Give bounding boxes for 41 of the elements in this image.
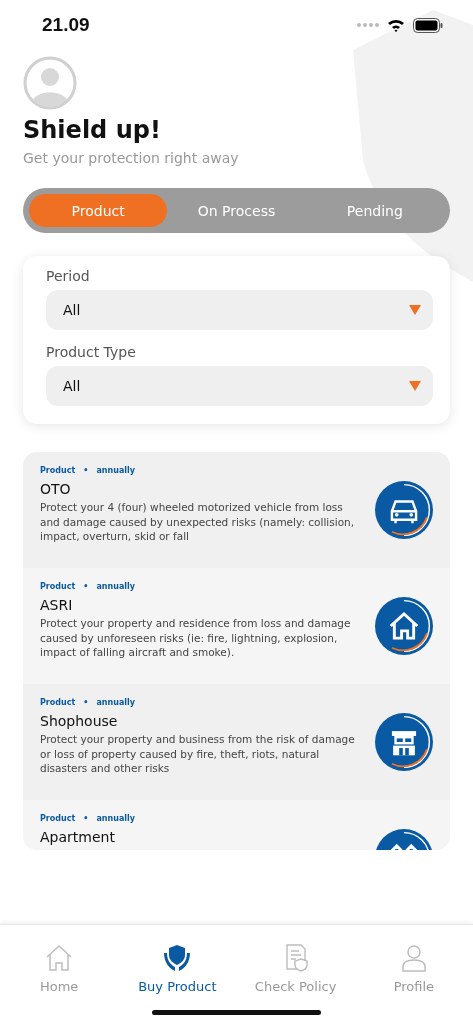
dropdown[interactable]: All: [46, 290, 433, 330]
product-item[interactable]: Product • annually ASRI Protect your property and residence from loss and damage caused by unforeseen risks (ie: fire, lightning, explosion, impact of falling aircraft and smoke).: [23, 568, 450, 684]
house-product-icon: [375, 597, 433, 655]
filter-label: Period: [46, 268, 91, 284]
battery-icon: [413, 17, 443, 33]
product-name: Shophouse: [40, 713, 119, 729]
product-period: annually: [96, 698, 135, 707]
separator-dot: •: [83, 814, 89, 823]
product-category: Product: [40, 466, 76, 475]
product-category: Product: [40, 698, 76, 707]
product-name: OTO: [40, 481, 72, 497]
page-title: Shield up!: [23, 116, 162, 144]
shop-product-icon: [375, 713, 433, 771]
product-period: annually: [96, 466, 135, 475]
car-product-icon: [375, 481, 433, 539]
product-item[interactable]: Product • annually Apartment: [23, 800, 450, 850]
dropdown-arrow-icon: [409, 381, 421, 391]
page-subtitle: Get your protection right away: [23, 150, 240, 166]
shield-hands-icon: [162, 943, 193, 973]
wifi-icon: [387, 18, 405, 32]
separator-dot: •: [83, 582, 89, 591]
status-time: 21.09: [42, 14, 90, 36]
separator-dot: •: [83, 698, 89, 707]
product-period: annually: [96, 814, 135, 823]
signal-dots-icon: [357, 23, 379, 27]
product-description: Protect your property and residence from loss and damage caused by unforeseen risks (ie: fire, lightning, explosion, impact of falling aircraft and smoke).: [40, 616, 352, 660]
dropdown-arrow-icon: [409, 305, 421, 315]
product-item[interactable]: Product • annually OTO Protect your 4 (four) wheeled motorized vehicle from loss and damage caused by unexpected risks (namely: collision, impact, overturn, skid or fall: [23, 452, 450, 568]
avatar-icon[interactable]: [23, 56, 77, 110]
filter-label: Product Type: [46, 344, 137, 360]
dropdown[interactable]: All: [46, 366, 433, 406]
product-category: Product: [40, 814, 76, 823]
nav-item[interactable]: Buy Product: [118, 943, 237, 1024]
product-description: Protect your property and business from the risk of damage or loss of property caused by fire, theft, riots, natural disasters and other risks: [40, 732, 356, 776]
product-item[interactable]: Product • annually Shophouse Protect your property and business from the risk of damage or loss of property caused by fire, theft, riots, natural disasters and other risks: [23, 684, 450, 800]
product-name: Apartment: [40, 829, 116, 845]
product-period: annually: [96, 582, 135, 591]
product-category: Product: [40, 582, 76, 591]
separator-dot: •: [83, 466, 89, 475]
product-description: Protect your 4 (four) wheeled motorized vehicle from loss and damage caused by unexpected risks (namely: collision, impact, overturn, skid or fall: [40, 500, 356, 544]
product-name: ASRI: [40, 597, 74, 613]
